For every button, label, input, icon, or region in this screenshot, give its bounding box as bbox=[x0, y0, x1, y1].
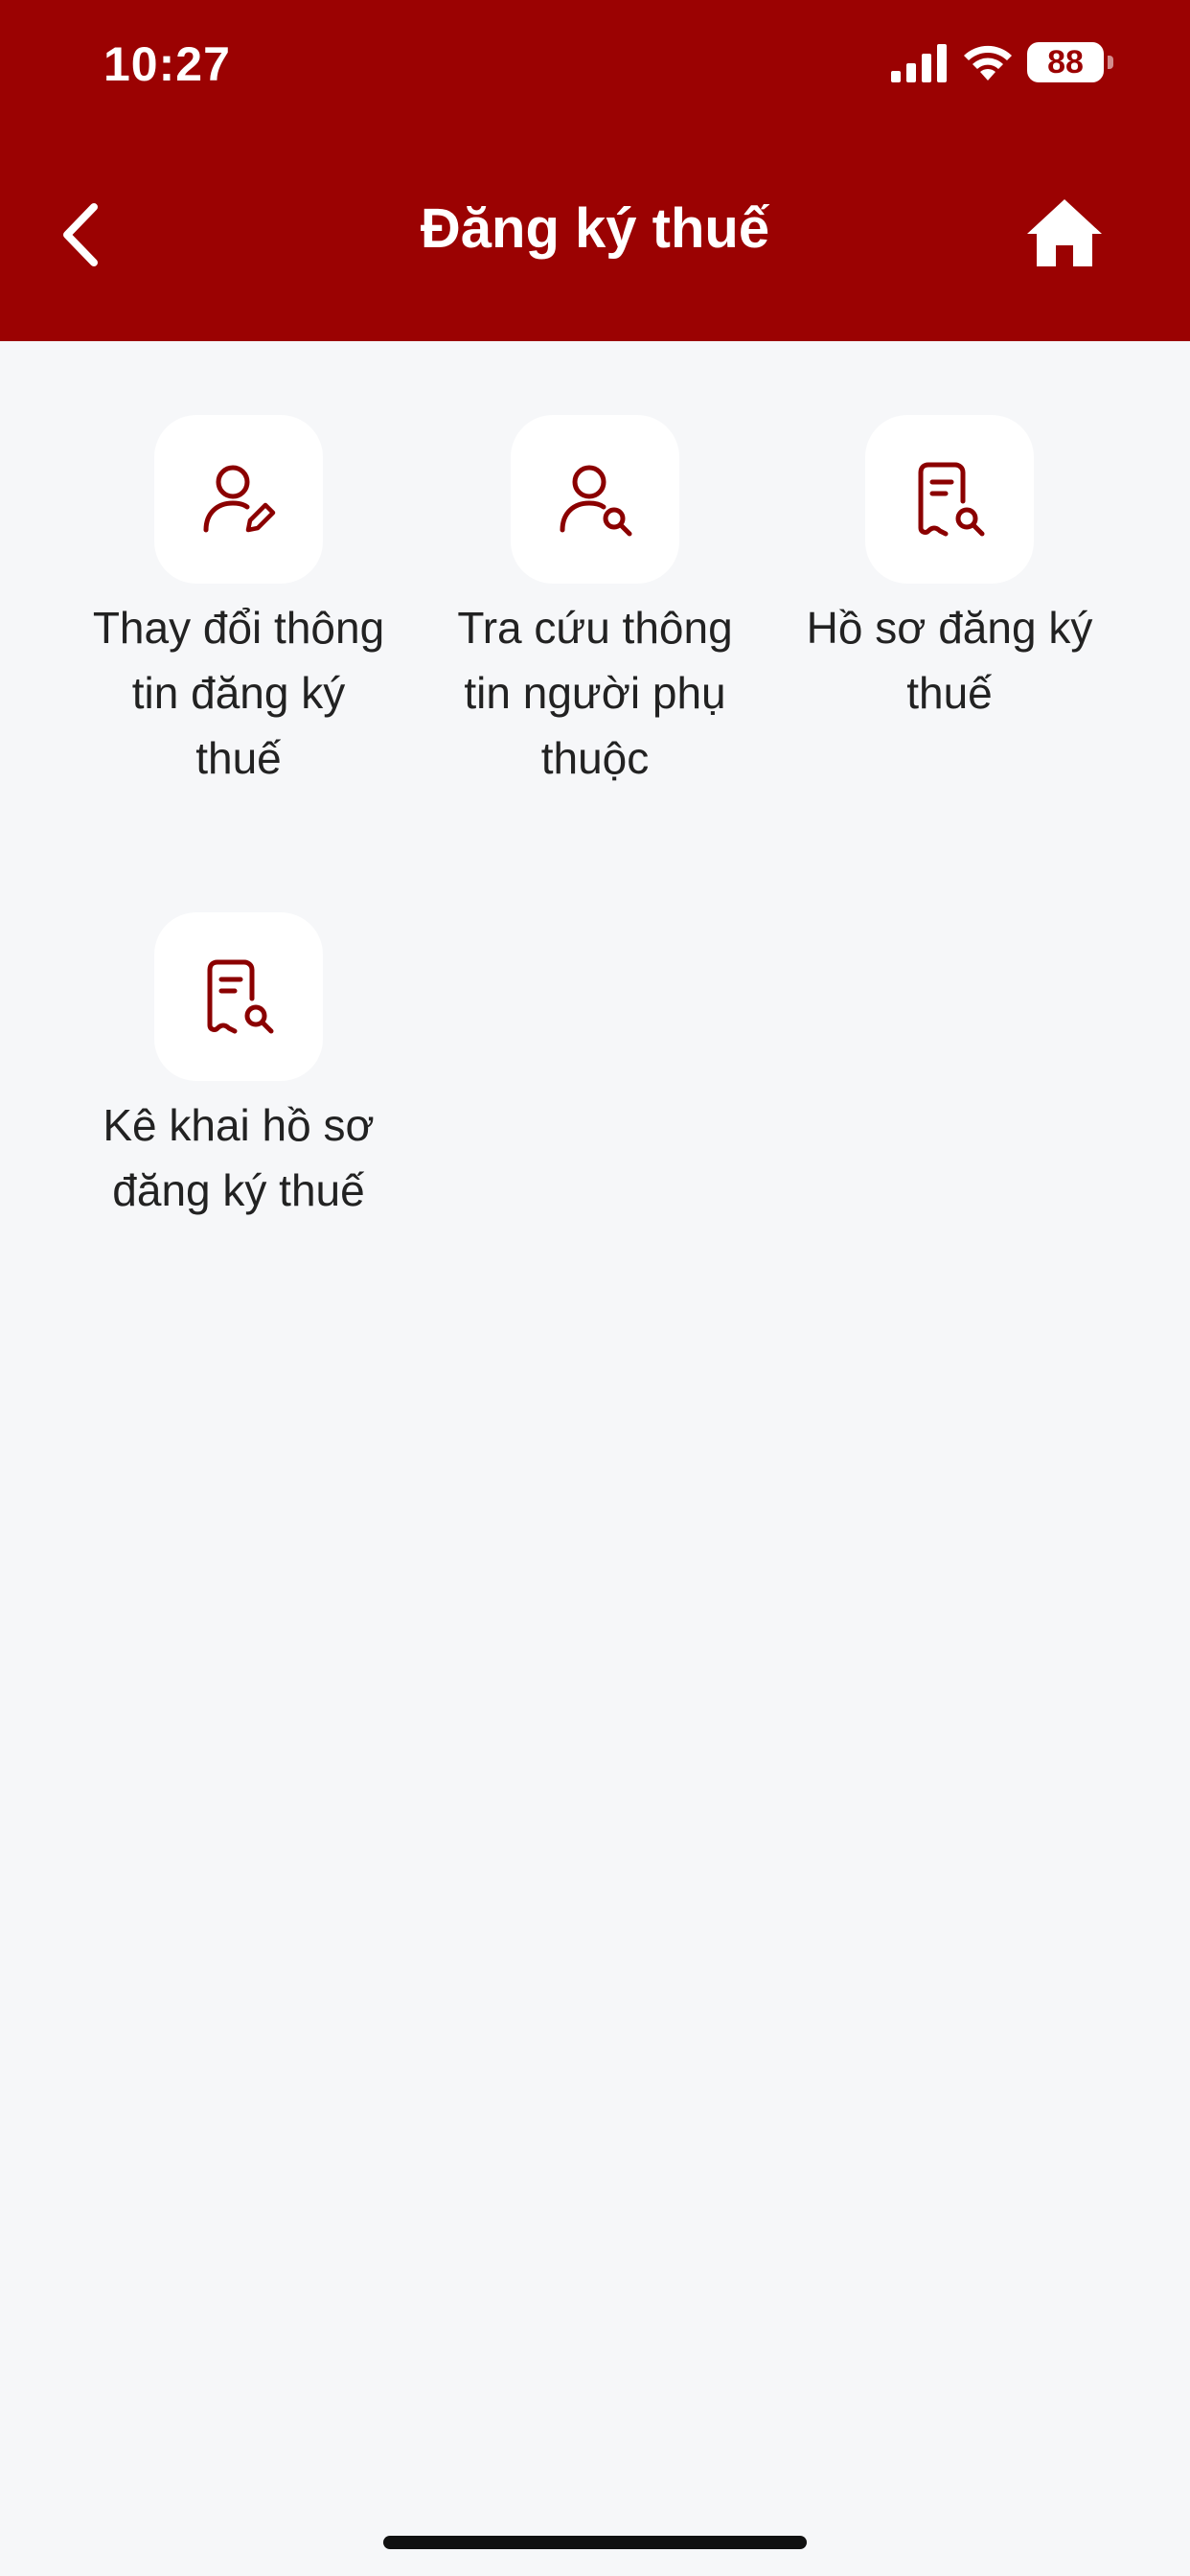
screen: 10:27 88 Đăng ký thuế Thay đổi thông tin… bbox=[0, 0, 1190, 2576]
tile-icon-container bbox=[154, 415, 323, 584]
battery-cap bbox=[1108, 56, 1113, 69]
menu-item-label: Hồ sơ đăng ký thuế bbox=[806, 603, 1093, 718]
tile-icon-container bbox=[511, 415, 679, 584]
menu-item-tax-registration-dossier[interactable]: Hồ sơ đăng ký thuế bbox=[796, 415, 1103, 725]
document-search-icon bbox=[207, 959, 274, 1034]
battery-indicator: 88 bbox=[1027, 42, 1104, 82]
menu-item-label: Kê khai hồ sơ đăng ký thuế bbox=[103, 1100, 375, 1215]
app-header: 10:27 88 Đăng ký thuế bbox=[0, 0, 1190, 341]
user-search-icon bbox=[560, 465, 632, 537]
status-time: 10:27 bbox=[103, 37, 231, 91]
home-icon[interactable] bbox=[1025, 196, 1104, 270]
menu-item-declare-tax-registration[interactable]: Kê khai hồ sơ đăng ký thuế bbox=[85, 912, 392, 1223]
signal-icon bbox=[891, 44, 947, 82]
tile-icon-container bbox=[154, 912, 323, 1081]
menu-item-label: Thay đổi thông tin đăng ký thuế bbox=[92, 603, 385, 783]
tile-icon-container bbox=[865, 415, 1034, 584]
wifi-icon bbox=[964, 45, 1012, 80]
page-title: Đăng ký thuế bbox=[420, 197, 770, 260]
document-search-icon bbox=[918, 462, 985, 537]
menu-item-label: Tra cứu thông tin người phụ thuộc bbox=[457, 603, 733, 783]
user-edit-icon bbox=[203, 465, 276, 533]
home-indicator[interactable] bbox=[383, 2536, 807, 2549]
menu-item-dependent-lookup[interactable]: Tra cứu thông tin người phụ thuộc bbox=[442, 415, 748, 791]
menu-item-change-tax-registration[interactable]: Thay đổi thông tin đăng ký thuế bbox=[85, 415, 392, 791]
